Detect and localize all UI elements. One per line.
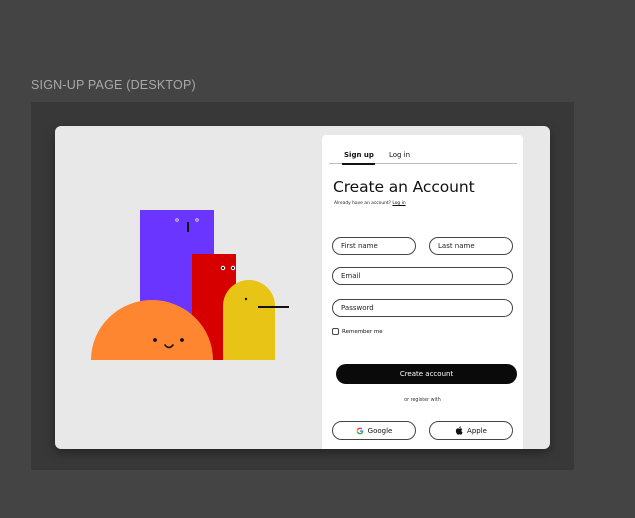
password-input[interactable] bbox=[332, 299, 513, 317]
character-illustration bbox=[91, 210, 289, 360]
active-tab-indicator bbox=[342, 163, 375, 165]
last-name-input[interactable] bbox=[429, 237, 513, 255]
apple-label: Apple bbox=[467, 426, 487, 435]
design-frame: Sign up Log in Create an Account Already… bbox=[31, 102, 574, 470]
remember-me: Remember me bbox=[332, 328, 383, 335]
google-button[interactable]: Google bbox=[332, 421, 416, 440]
tab-signup[interactable]: Sign up bbox=[344, 151, 374, 160]
apple-icon bbox=[455, 426, 463, 435]
yellow-character bbox=[223, 280, 275, 360]
signup-panel: Sign up Log in Create an Account Already… bbox=[322, 135, 523, 449]
auth-tabs: Sign up Log in bbox=[329, 151, 517, 165]
or-register-text: or register with bbox=[404, 398, 441, 403]
signup-card: Sign up Log in Create an Account Already… bbox=[55, 126, 550, 449]
page-title: Create an Account bbox=[333, 178, 475, 196]
create-account-label: Create account bbox=[399, 370, 454, 378]
google-label: Google bbox=[367, 426, 393, 435]
first-name-input[interactable] bbox=[332, 237, 416, 255]
already-account-text: Already have an account? Log in bbox=[334, 201, 406, 206]
frame-label: SIGN-UP PAGE (DESKTOP) bbox=[31, 78, 196, 92]
create-account-button[interactable]: Create account bbox=[336, 364, 517, 384]
google-icon bbox=[356, 427, 364, 435]
remember-me-label: Remember me bbox=[342, 328, 383, 335]
remember-me-checkbox[interactable] bbox=[332, 328, 339, 335]
email-input[interactable] bbox=[332, 267, 513, 285]
tab-login[interactable]: Log in bbox=[389, 151, 410, 160]
apple-button[interactable]: Apple bbox=[429, 421, 513, 440]
already-account-label: Already have an account? bbox=[334, 201, 391, 206]
login-link[interactable]: Log in bbox=[392, 201, 405, 206]
